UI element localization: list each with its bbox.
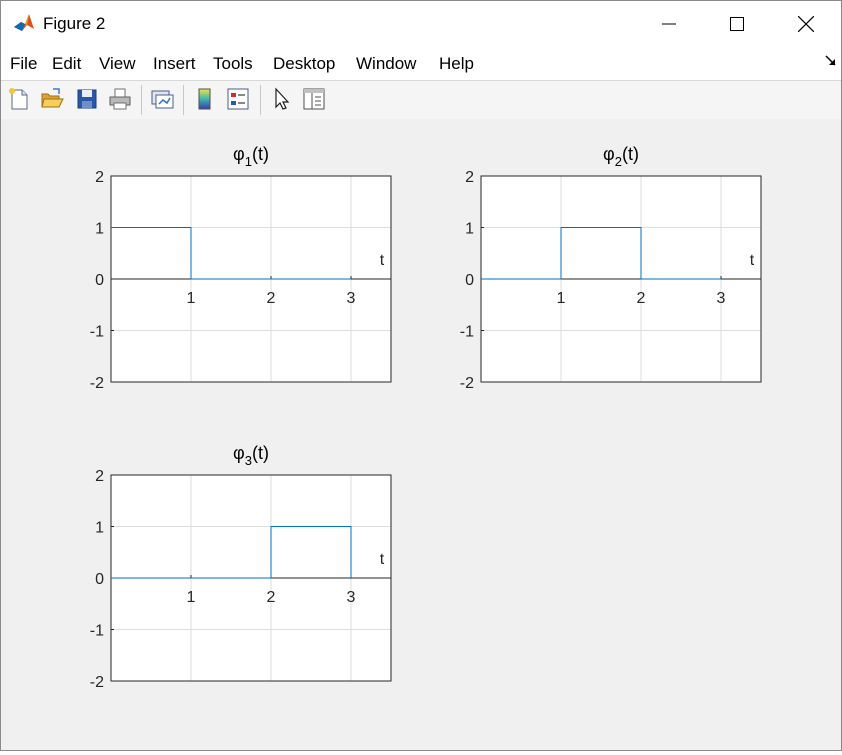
x-axis-label: t (750, 252, 755, 269)
figure-toolbar (1, 80, 841, 120)
title-bar: Figure 2 (1, 1, 841, 47)
toolbar-separator (260, 85, 261, 115)
subplot-2: 1 2 3210-1-2tφ2(t) (460, 144, 762, 392)
insert-legend-icon[interactable] (225, 86, 251, 112)
title-suffix: (t) (622, 144, 639, 164)
x-tick-label: 3 (717, 290, 726, 307)
minimize-button[interactable] (634, 1, 704, 47)
y-tick-label: 0 (95, 272, 104, 289)
maximize-icon (730, 17, 744, 31)
y-tick-label: -2 (460, 375, 474, 392)
menu-window[interactable]: Window (356, 54, 416, 74)
x-tick-label: 1 (557, 290, 566, 307)
y-tick-label: 2 (465, 169, 474, 186)
menu-bar: File Edit View Insert Tools Desktop Wind… (1, 47, 841, 80)
save-icon[interactable] (74, 86, 100, 112)
open-file-icon[interactable] (39, 86, 65, 112)
menu-view[interactable]: View (99, 54, 136, 74)
x-tick-label: 2 (267, 589, 276, 606)
title-symbol: φ (603, 144, 615, 164)
menu-tools[interactable]: Tools (213, 54, 253, 74)
title-symbol: φ (233, 144, 245, 164)
y-tick-label: -2 (90, 375, 104, 392)
insert-colorbar-icon[interactable] (192, 86, 218, 112)
menu-insert[interactable]: Insert (153, 54, 196, 74)
y-tick-label: -2 (90, 674, 104, 691)
subplot-3: 1 2 3210-1-2tφ3(t) (90, 443, 392, 691)
y-tick-label: 0 (95, 571, 104, 588)
x-tick-label: 1 (187, 290, 196, 307)
y-tick-label: 1 (95, 520, 104, 537)
y-tick-label: -1 (90, 623, 104, 640)
new-figure-icon[interactable] (6, 86, 32, 112)
property-inspector-icon[interactable] (301, 86, 327, 112)
title-suffix: (t) (252, 443, 269, 463)
x-tick-label: 2 (637, 290, 646, 307)
matlab-logo-icon (14, 14, 34, 31)
figure-window: Figure 2 File Edit View Insert Tools Des… (0, 0, 842, 751)
x-axis-label: t (380, 551, 385, 568)
y-tick-label: 0 (465, 272, 474, 289)
title-suffix: (t) (252, 144, 269, 164)
x-tick-label: 1 (187, 589, 196, 606)
subplot-title: φ3(t) (233, 443, 269, 468)
toolbar-separator (141, 85, 142, 115)
subplot-title: φ1(t) (233, 144, 269, 169)
menu-edit[interactable]: Edit (52, 54, 81, 74)
y-tick-label: -1 (90, 324, 104, 341)
close-icon (798, 16, 814, 32)
title-symbol: φ (233, 443, 245, 463)
x-tick-label: 3 (347, 290, 356, 307)
y-tick-label: 2 (95, 468, 104, 485)
window-title: Figure 2 (43, 14, 106, 33)
menu-help[interactable]: Help (439, 54, 474, 74)
x-axis-label: t (380, 252, 385, 269)
y-tick-label: 2 (95, 169, 104, 186)
pointer-icon[interactable] (269, 86, 295, 112)
maximize-button[interactable] (702, 1, 772, 47)
figure-canvas: 1 2 3 2 1 0 -1 -2 t φ1(t) 1 2 3 2 1 0 -1 -2 t φ2(t) 1 2 3 2 1 0 -1… (1, 119, 841, 750)
plots-area: 1 2 3210-1-2tφ1(t)1 2 3210-1-2tφ2(t)1 2 3210-1… (90, 144, 762, 691)
print-icon[interactable] (107, 86, 133, 112)
x-tick-label: 2 (267, 290, 276, 307)
dock-arrow-icon[interactable] (825, 55, 837, 67)
subplot-1: 1 2 3210-1-2tφ1(t) (90, 144, 392, 392)
menu-file[interactable]: File (10, 54, 37, 74)
y-tick-label: 1 (465, 221, 474, 238)
link-plot-icon[interactable] (149, 86, 175, 112)
title-subscript: 3 (245, 453, 252, 468)
minimize-icon (662, 23, 676, 25)
subplot-title: φ2(t) (603, 144, 639, 169)
y-tick-label: -1 (460, 324, 474, 341)
menu-desktop[interactable]: Desktop (273, 54, 335, 74)
close-button[interactable] (771, 1, 841, 47)
x-tick-label: 3 (347, 589, 356, 606)
title-subscript: 1 (245, 154, 252, 169)
toolbar-separator (183, 85, 184, 115)
y-tick-label: 1 (95, 221, 104, 238)
title-subscript: 2 (615, 154, 622, 169)
